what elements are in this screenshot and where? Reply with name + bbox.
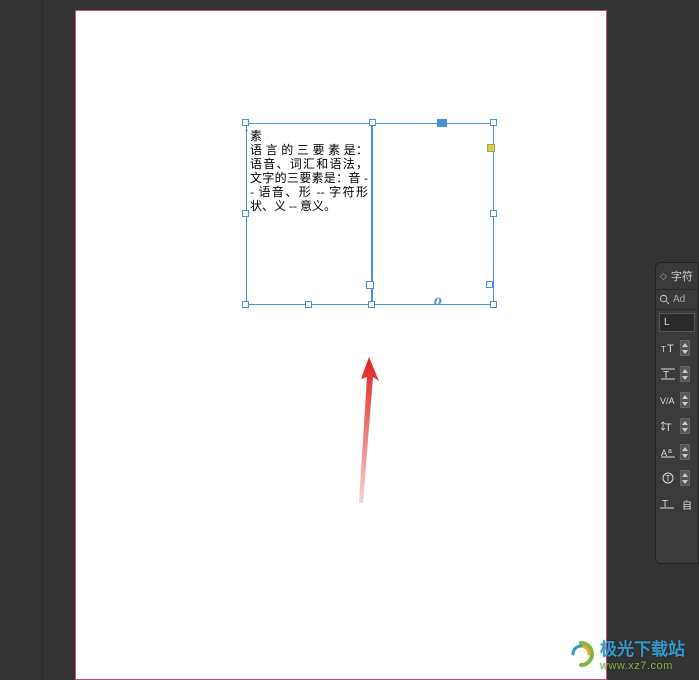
svg-text:T: T: [666, 474, 671, 483]
kerning-stepper[interactable]: [680, 392, 690, 408]
frame-baseline-glyph: o: [434, 292, 442, 310]
font-search-row[interactable]: Ad: [656, 290, 698, 310]
watermark-url: www.xz7.com: [600, 660, 685, 672]
kerning-icon: V/A: [660, 393, 676, 407]
font-size-stepper[interactable]: [680, 340, 690, 356]
watermark: 极光下载站 www.xz7.com: [568, 635, 685, 672]
svg-text:T: T: [665, 422, 672, 432]
char-rotation-icon: T: [660, 471, 676, 485]
panel-title: 字符: [671, 268, 693, 284]
selection-handle-sw[interactable]: [242, 301, 249, 308]
kerning-row[interactable]: V/A: [656, 387, 698, 413]
leading-row[interactable]: T: [656, 361, 698, 387]
story-body: 语 言 的 三 要 素 是：语音、词汇和语法，文字的三要素是：音 -- 语音、形…: [250, 143, 368, 213]
watermark-logo-icon: [568, 641, 594, 667]
selection-handle-e-2[interactable]: [490, 210, 497, 217]
stepper-up-icon[interactable]: [681, 471, 689, 478]
font-search-placeholder: Ad: [673, 294, 685, 305]
stepper-down-icon[interactable]: [681, 348, 689, 355]
document-page[interactable]: 素 语 言 的 三 要 素 是：语音、词汇和语法，文字的三要素是：音 -- 语音…: [75, 10, 607, 680]
vertical-scale-row[interactable]: T: [656, 413, 698, 439]
leading-stepper[interactable]: [680, 366, 690, 382]
inport-frame-2-loaded[interactable]: [487, 144, 495, 152]
selection-handle-se-2[interactable]: [490, 301, 497, 308]
svg-text:T: T: [667, 343, 674, 354]
selection-handle-w[interactable]: [242, 210, 249, 217]
font-style-value: L: [664, 317, 670, 328]
font-size-row[interactable]: TT: [656, 335, 698, 361]
selection-handle-n-2-active[interactable]: [437, 119, 447, 127]
language-value[interactable]: 自: [678, 495, 696, 513]
annotation-arrow: [351, 355, 391, 505]
char-rotation-row[interactable]: T: [656, 465, 698, 491]
stepper-down-icon[interactable]: [681, 374, 689, 381]
panel-header[interactable]: ◇ 字符: [656, 263, 698, 290]
text-frame-1[interactable]: 素 语 言 的 三 要 素 是：语音、词汇和语法，文字的三要素是：音 -- 语音…: [246, 123, 372, 305]
leading-icon: T: [660, 367, 676, 381]
rotation-stepper[interactable]: [680, 470, 690, 486]
stepper-down-icon[interactable]: [681, 478, 689, 485]
stepper-down-icon[interactable]: [681, 400, 689, 407]
selection-handle-se-1[interactable]: [368, 301, 375, 308]
vertical-scale-icon: T: [660, 419, 676, 433]
baseline-stepper[interactable]: [680, 444, 690, 460]
stepper-up-icon[interactable]: [681, 367, 689, 374]
vscale-stepper[interactable]: [680, 418, 690, 434]
font-style-select[interactable]: L: [659, 313, 695, 332]
svg-text:a: a: [668, 448, 672, 455]
search-icon: [659, 294, 670, 305]
baseline-shift-row[interactable]: Aa: [656, 439, 698, 465]
story-initial-char: 素: [250, 129, 262, 143]
language-row[interactable]: T 自: [656, 491, 698, 517]
svg-text:T: T: [661, 345, 666, 354]
stepper-up-icon[interactable]: [681, 393, 689, 400]
stepper-up-icon[interactable]: [681, 419, 689, 426]
selection-handle-ne-2[interactable]: [490, 119, 497, 126]
inport-frame-1[interactable]: ▫: [245, 125, 248, 135]
tracking-icon: T: [660, 497, 674, 512]
svg-text:V/A: V/A: [660, 396, 675, 406]
panel-collapse-icon[interactable]: ◇: [660, 271, 667, 282]
stepper-down-icon[interactable]: [681, 452, 689, 459]
page-content-area[interactable]: 素 语 言 的 三 要 素 是：语音、词汇和语法，文字的三要素是：音 -- 语音…: [76, 11, 606, 679]
stepper-down-icon[interactable]: [681, 426, 689, 433]
outport-frame-1[interactable]: [366, 281, 374, 289]
selection-handle-nw-2[interactable]: [369, 119, 376, 126]
stepper-up-icon[interactable]: [681, 445, 689, 452]
stepper-up-icon[interactable]: [681, 341, 689, 348]
text-frame-2[interactable]: [372, 123, 494, 305]
character-panel[interactable]: ◇ 字符 Ad L TT T V/A: [655, 262, 699, 564]
story-text: 素 语 言 的 三 要 素 是：语音、词汇和语法，文字的三要素是：音 -- 语音…: [247, 124, 371, 213]
selection-handle-s[interactable]: [305, 301, 312, 308]
outport-frame-2[interactable]: [486, 281, 493, 288]
baseline-shift-icon: Aa: [660, 445, 676, 459]
ruler-guide-vertical: [42, 0, 43, 680]
font-size-icon: TT: [660, 341, 676, 355]
watermark-title: 极光下载站: [600, 635, 685, 660]
